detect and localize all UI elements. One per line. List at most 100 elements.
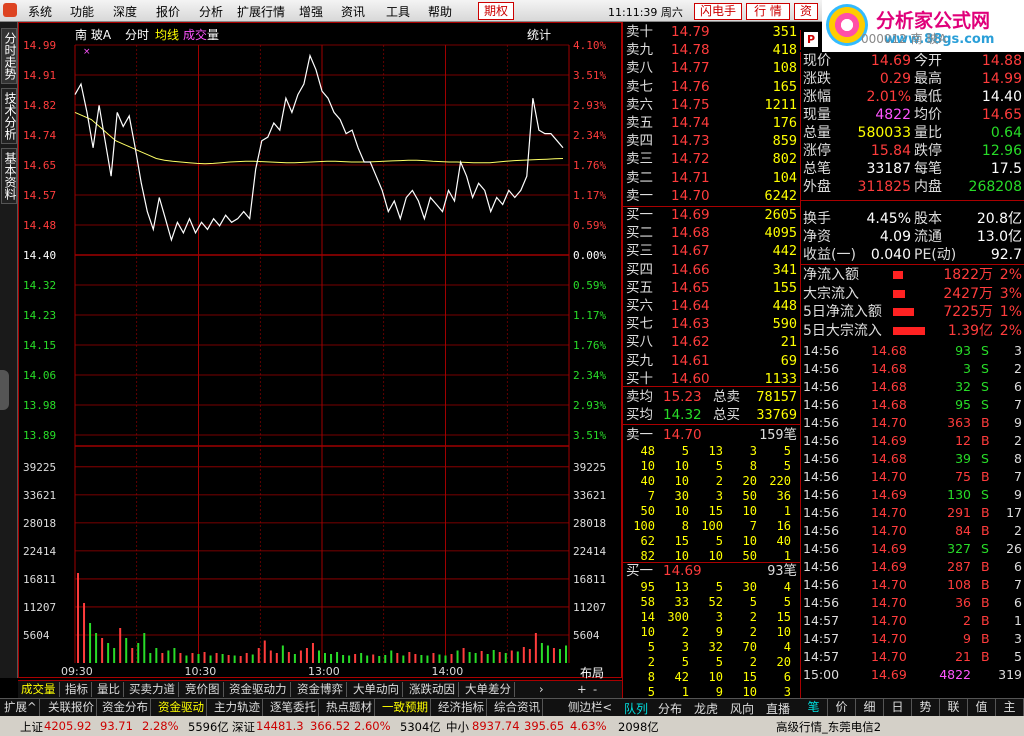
bid-row[interactable]: 买四 14.66 341: [623, 261, 801, 279]
detail-tab[interactable]: 联: [940, 699, 968, 716]
bid-row[interactable]: 买八 14.62 21: [623, 333, 801, 351]
tab-big-order-diff[interactable]: 大单差分: [462, 682, 515, 697]
queue-order: 3: [715, 489, 723, 503]
menu-extended[interactable]: 扩展行情: [237, 3, 285, 20]
bid-row[interactable]: 买三 14.67 442: [623, 242, 801, 260]
ask-row[interactable]: 卖二 14.71 104: [623, 169, 801, 187]
menu-tools[interactable]: 工具: [386, 3, 410, 20]
tab-dragon-tiger[interactable]: 龙虎: [694, 700, 718, 717]
tick-time: 14:56: [803, 451, 840, 466]
queue-order: 50: [742, 549, 757, 563]
tab-fundamental[interactable]: 基本资料: [1, 148, 17, 204]
scroll-right-icon[interactable]: ›: [536, 682, 547, 697]
tab-volume[interactable]: 成交量: [18, 682, 60, 697]
flash-trade-button[interactable]: 闪电手: [694, 3, 742, 20]
menu-enhance[interactable]: 增强: [299, 3, 323, 20]
menu-options[interactable]: 期权: [478, 2, 514, 20]
nav-economic[interactable]: 经济指标: [436, 699, 487, 716]
detail-tab[interactable]: 值: [968, 699, 996, 716]
ask-volume: 859: [772, 133, 797, 150]
menu-system[interactable]: 系统: [28, 3, 52, 20]
app-icon[interactable]: [3, 3, 17, 17]
nav-fund-distribution[interactable]: 资金分布: [100, 699, 151, 716]
tab-change-cause[interactable]: 涨跌动因: [406, 682, 459, 697]
zoom-in-button[interactable]: +: [574, 682, 590, 697]
quote-value: 14.99: [981, 71, 1022, 87]
detail-tab[interactable]: 价: [828, 699, 856, 716]
detail-tab[interactable]: 主: [996, 699, 1024, 716]
tick-row: 14:56 14.70 363 B 9: [801, 414, 1024, 432]
bid-row[interactable]: 买一 14.69 2605: [623, 206, 801, 224]
queue-order: 10: [640, 625, 655, 639]
ask-row[interactable]: 卖四 14.73 859: [623, 132, 801, 150]
bid-row[interactable]: 买五 14.65 155: [623, 279, 801, 297]
menu-help[interactable]: 帮助: [428, 3, 452, 20]
ask-row[interactable]: 卖三 14.72 802: [623, 150, 801, 168]
average-price-line: [74, 111, 564, 165]
detail-tab[interactable]: 势: [912, 699, 940, 716]
sh-value: 4205.92: [44, 719, 92, 733]
tab-fund-game[interactable]: 资金博弈: [294, 682, 347, 697]
tick-price: 14.70: [871, 577, 907, 592]
menu-quote[interactable]: 报价: [156, 3, 180, 20]
nav-expand[interactable]: 扩展^: [2, 699, 40, 716]
nav-tick-order[interactable]: 逐笔委托: [268, 699, 319, 716]
bid-row[interactable]: 买二 14.68 4095: [623, 224, 801, 242]
expand-arrow-icon[interactable]: [0, 370, 9, 410]
ask-row[interactable]: 卖一 14.70 6242: [623, 187, 801, 205]
tab-queue[interactable]: 队列: [624, 700, 648, 717]
ask-row[interactable]: 卖六 14.75 1211: [623, 96, 801, 114]
tick-volume: 21: [955, 649, 971, 664]
fund-flow-percent: 2%: [999, 267, 1022, 283]
ask-row[interactable]: 卖九 14.78 418: [623, 41, 801, 59]
chart-canvas[interactable]: 14.99 4.10% 14.91 3.51% 14.82 2.93% 14.74 2.34%…: [19, 23, 623, 679]
menu-function[interactable]: 功能: [70, 3, 94, 20]
detail-tab[interactable]: 笔: [800, 699, 828, 716]
bid-row[interactable]: 买六 14.64 448: [623, 297, 801, 315]
menu-analysis[interactable]: 分析: [199, 3, 223, 20]
tab-auction[interactable]: 竞价图: [182, 682, 224, 697]
nav-fund-drive[interactable]: 资金驱动: [156, 699, 207, 716]
tab-distribution[interactable]: 分布: [658, 700, 682, 717]
info-button[interactable]: 资: [794, 3, 818, 20]
bid-row[interactable]: 买九 14.61 69: [623, 352, 801, 370]
tab-fund-drive[interactable]: 资金驱动力: [226, 682, 291, 697]
layout-button[interactable]: 布局: [580, 664, 604, 681]
ask-price: 14.78: [671, 42, 710, 59]
menu-depth[interactable]: 深度: [113, 3, 137, 20]
bid-row[interactable]: 买七 14.63 590: [623, 315, 801, 333]
menu-news[interactable]: 资讯: [341, 3, 365, 20]
nav-hot-topic[interactable]: 热点题材: [324, 699, 375, 716]
zx-change: 395.65: [524, 719, 565, 733]
zoom-out-button[interactable]: -: [590, 682, 600, 697]
queue-order: 15: [674, 534, 689, 548]
tab-live[interactable]: 直播: [766, 700, 790, 717]
nav-news[interactable]: 综合资讯: [492, 699, 543, 716]
nav-main-trace[interactable]: 主力轨迹: [212, 699, 263, 716]
ask-row[interactable]: 卖十 14.79 351: [623, 23, 801, 41]
queue-order: 62: [640, 534, 655, 548]
total-label: 总卖: [713, 389, 740, 405]
quote-key: 总笔: [803, 161, 831, 177]
nav-consensus[interactable]: 一致预期: [380, 699, 431, 716]
tab-technical[interactable]: 技术分析: [1, 88, 17, 144]
ask-row[interactable]: 卖五 14.74 176: [623, 114, 801, 132]
tab-intraday[interactable]: 分时走势: [1, 28, 17, 84]
tab-big-order[interactable]: 大单动向: [350, 682, 403, 697]
nav-sidebar[interactable]: 侧边栏<: [566, 699, 614, 716]
sh-change: 93.71: [100, 719, 133, 733]
tab-buy-sell-force[interactable]: 买卖力道: [126, 682, 179, 697]
tab-wind-vane[interactable]: 风向: [730, 700, 754, 717]
ask-row[interactable]: 卖七 14.76 165: [623, 78, 801, 96]
queue-row: 5 3 32 70 4: [623, 640, 801, 655]
market-button[interactable]: 行 情: [746, 3, 790, 20]
detail-tab[interactable]: 细: [856, 699, 884, 716]
tick-volume: 4822: [939, 667, 971, 682]
tab-volume-ratio[interactable]: 量比: [94, 682, 124, 697]
p-icon[interactable]: P: [804, 32, 818, 47]
ask-row[interactable]: 卖八 14.77 108: [623, 59, 801, 77]
detail-tab[interactable]: 日: [884, 699, 912, 716]
nav-related-quote[interactable]: 关联报价: [46, 699, 97, 716]
quote-row: 涨幅 2.01% 最低 14.40: [801, 88, 1024, 106]
tab-indicator[interactable]: 指标: [62, 682, 92, 697]
